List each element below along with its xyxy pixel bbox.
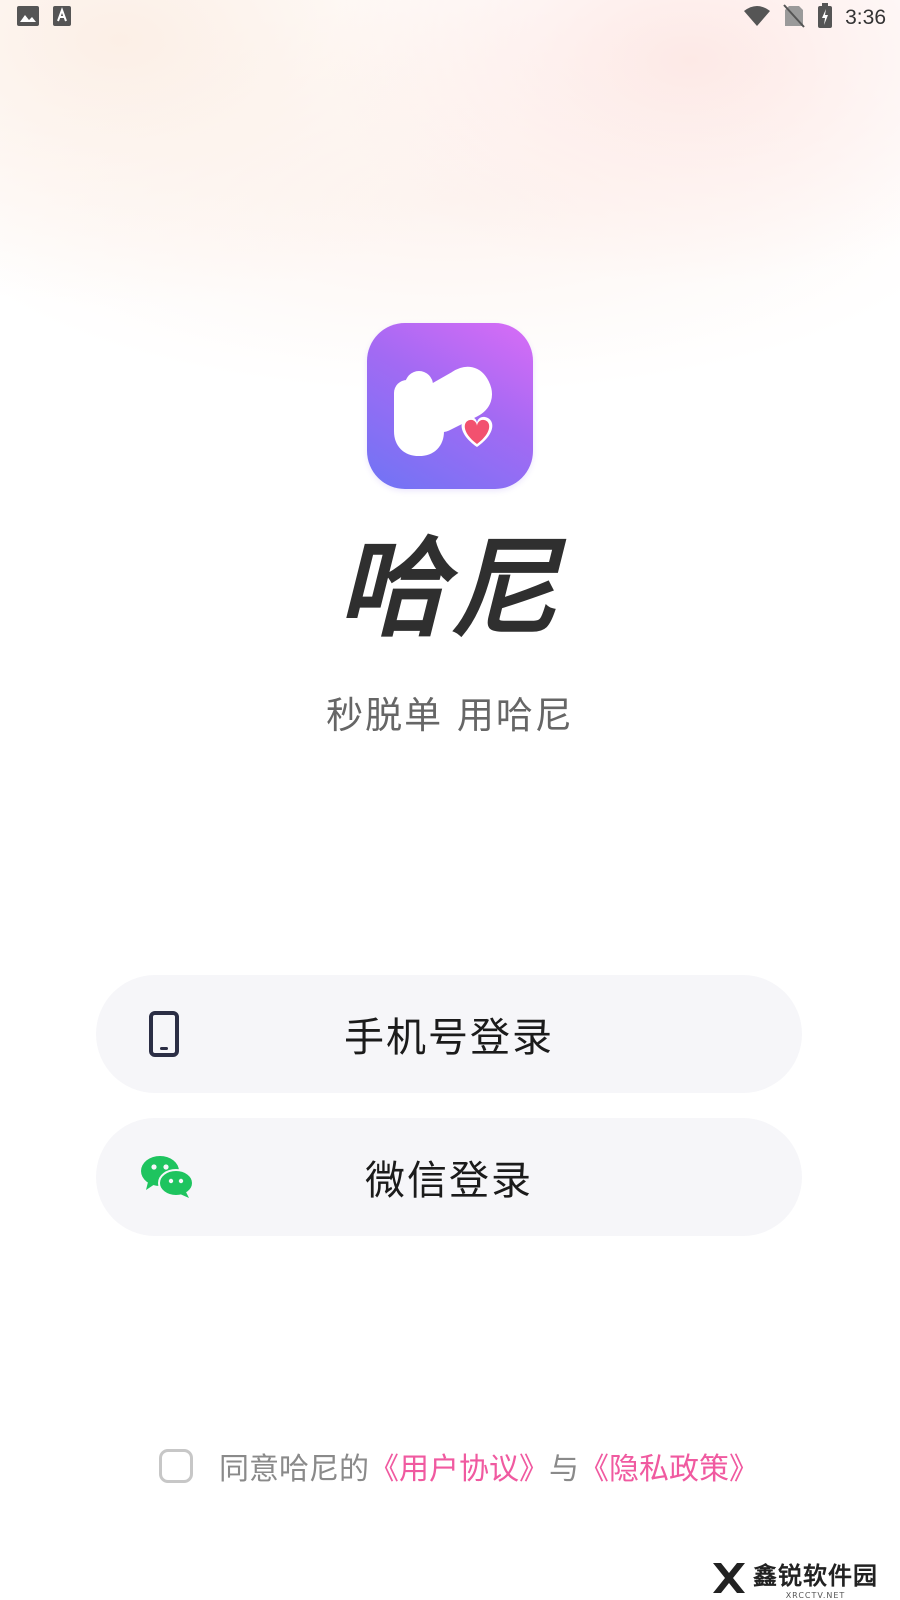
- battery-charging-icon: [817, 2, 833, 34]
- agreement-checkbox[interactable]: [159, 1449, 193, 1483]
- wechat-icon: [140, 1118, 196, 1236]
- agreement-conjunction: 与: [549, 1452, 579, 1487]
- hani-logo-icon: [367, 323, 533, 489]
- app-slogan: 秒脱单 用哈尼: [326, 694, 574, 737]
- watermark-subtext: XRCCTV.NET: [785, 1591, 846, 1600]
- phone-login-label: 手机号登录: [344, 1015, 554, 1061]
- watermark: 鑫锐软件园 XRCCTV.NET: [709, 1556, 878, 1600]
- mobile-phone-icon: [140, 975, 188, 1093]
- watermark-logo-icon: [713, 1563, 745, 1593]
- status-time: 3:36: [845, 6, 886, 29]
- image-icon: [16, 5, 40, 32]
- app-name: 哈尼: [337, 527, 562, 652]
- agreement-prefix: 同意哈尼的: [219, 1452, 369, 1487]
- agreement-row: 同意哈尼的 《用户协议》 与 《隐私政策》: [159, 1444, 759, 1488]
- privacy-policy-link[interactable]: 《隐私政策》: [579, 1444, 759, 1488]
- watermark-text: 鑫锐软件园: [753, 1562, 878, 1590]
- user-agreement-link[interactable]: 《用户协议》: [369, 1444, 549, 1488]
- wifi-icon: [743, 5, 771, 32]
- font-a-icon: [52, 5, 72, 32]
- wechat-login-label: 微信登录: [365, 1158, 533, 1204]
- phone-login-button[interactable]: 手机号登录: [96, 975, 802, 1093]
- wechat-login-button[interactable]: 微信登录: [96, 1118, 802, 1236]
- status-bar: 3:36: [0, 0, 900, 36]
- no-sim-icon: [783, 3, 805, 33]
